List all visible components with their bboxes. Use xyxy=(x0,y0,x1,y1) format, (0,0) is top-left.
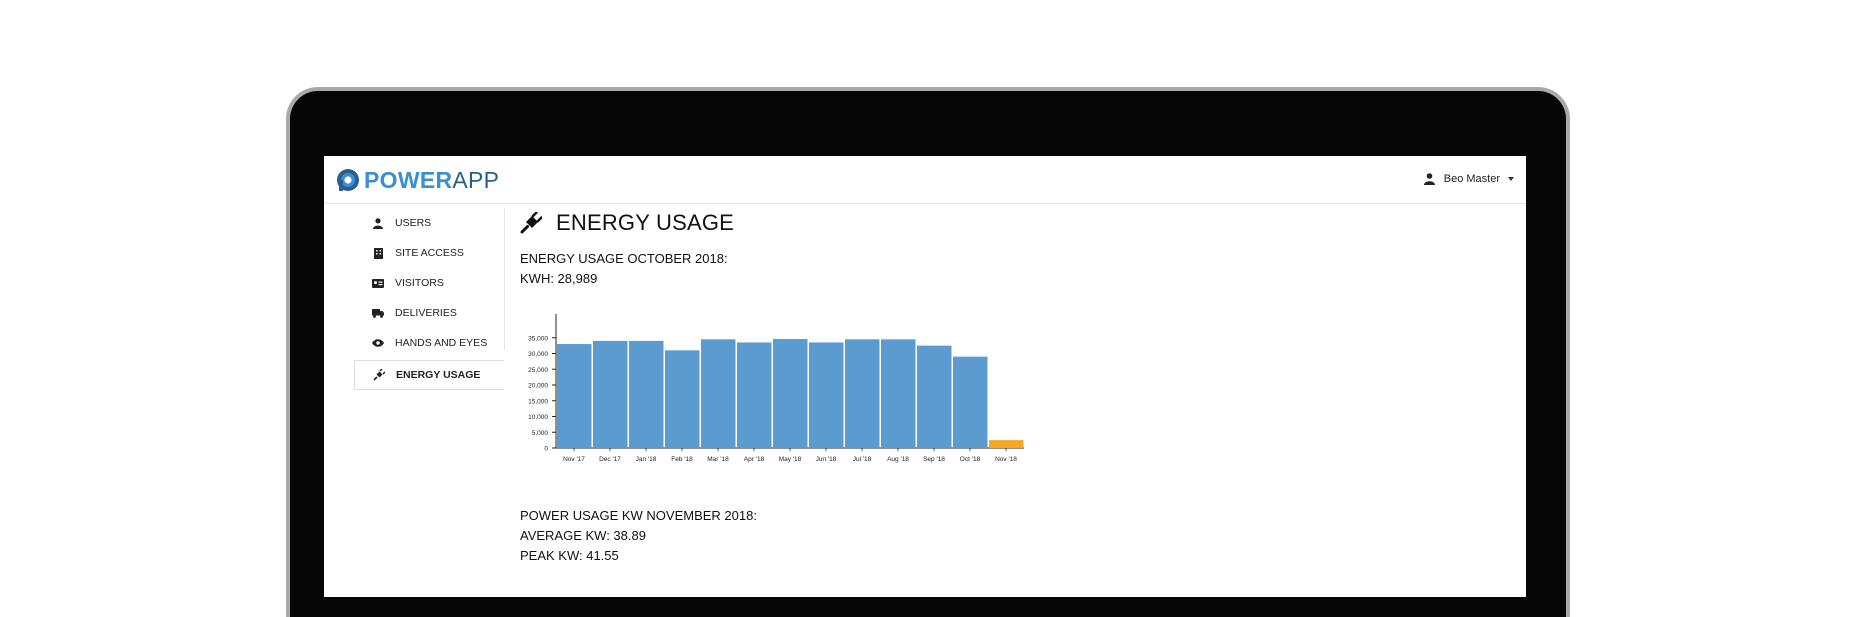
x-tick-label: Feb '18 xyxy=(671,456,693,463)
sidebar-item-hands-and-eyes[interactable]: HANDS AND EYES xyxy=(354,328,504,358)
y-tick-label: 15,000 xyxy=(528,398,548,405)
x-tick-label: May '18 xyxy=(779,456,802,463)
bar xyxy=(737,342,772,448)
y-tick-label: 0 xyxy=(544,446,548,453)
x-tick-label: Dec '17 xyxy=(599,456,621,463)
bar xyxy=(593,340,628,448)
sidebar-item-label: HANDS AND EYES xyxy=(395,337,488,349)
peak-kw: PEAK KW: 41.55 xyxy=(520,548,619,563)
app-screen: POWERAPP Beo Master USERS SITE ACCESS VI… xyxy=(324,156,1526,597)
logo-text: POWERAPP xyxy=(364,167,500,193)
user-menu[interactable]: Beo Master xyxy=(1423,173,1514,185)
y-tick-label: 5,000 xyxy=(532,430,549,437)
energy-summary: ENERGY USAGE OCTOBER 2018: KWH: 28,989 xyxy=(520,249,1520,289)
sidebar-item-site-access[interactable]: SITE ACCESS xyxy=(354,238,504,268)
x-tick-label: Sep '18 xyxy=(923,456,945,463)
page-title: ENERGY USAGE xyxy=(556,210,735,235)
sidebar-item-energy-usage[interactable]: ENERGY USAGE xyxy=(354,360,504,390)
x-tick-label: Jan '18 xyxy=(636,456,657,463)
y-tick-label: 20,000 xyxy=(528,383,548,390)
summary-kwh: KWH: 28,989 xyxy=(520,271,598,286)
sidebar-item-label: VISITORS xyxy=(395,277,444,289)
bar xyxy=(917,345,952,448)
building-icon xyxy=(372,247,384,259)
x-tick-label: Nov '17 xyxy=(563,456,585,463)
bar xyxy=(989,440,1024,448)
plug-icon xyxy=(520,212,542,234)
sidebar-item-label: DELIVERIES xyxy=(395,307,457,319)
user-icon xyxy=(372,217,384,229)
bar xyxy=(773,339,808,448)
sidebar: USERS SITE ACCESS VISITORS DELIVERIES HA… xyxy=(354,208,504,390)
power-heading: POWER USAGE KW NOVEMBER 2018: xyxy=(520,508,757,523)
sidebar-item-label: ENERGY USAGE xyxy=(396,369,481,381)
chevron-down-icon xyxy=(1508,177,1514,181)
average-kw: AVERAGE KW: 38.89 xyxy=(520,528,646,543)
id-card-icon xyxy=(372,277,384,289)
x-tick-label: Apr '18 xyxy=(744,456,765,463)
plug-icon xyxy=(373,369,385,381)
y-tick-label: 35,000 xyxy=(528,335,548,342)
y-tick-label: 30,000 xyxy=(528,351,548,358)
sidebar-item-deliveries[interactable]: DELIVERIES xyxy=(354,298,504,328)
sidebar-divider xyxy=(504,208,505,350)
bar xyxy=(881,339,916,448)
summary-heading: ENERGY USAGE OCTOBER 2018: xyxy=(520,251,728,266)
x-tick-label: Aug '18 xyxy=(887,456,909,463)
sidebar-item-visitors[interactable]: VISITORS xyxy=(354,268,504,298)
logo-icon xyxy=(337,169,359,191)
bar xyxy=(701,339,736,448)
user-name: Beo Master xyxy=(1443,173,1500,185)
y-tick-label: 10,000 xyxy=(528,414,548,421)
bar xyxy=(629,340,664,448)
page-heading: ENERGY USAGE xyxy=(520,208,1520,238)
x-tick-label: Jul '18 xyxy=(853,456,872,463)
user-icon xyxy=(1423,173,1435,185)
x-tick-label: Mar '18 xyxy=(707,456,729,463)
x-tick-label: Oct '18 xyxy=(960,456,981,463)
bar xyxy=(809,342,844,448)
bar xyxy=(557,344,592,448)
bar xyxy=(845,339,880,448)
top-bar: POWERAPP Beo Master xyxy=(324,156,1526,204)
eye-icon xyxy=(372,337,384,349)
bar xyxy=(665,350,700,448)
main-content: ENERGY USAGE ENERGY USAGE OCTOBER 2018: … xyxy=(520,208,1520,563)
energy-bar-chart: 0 5,000 10,000 15,000 20,000 25,000 30,000 35,0… xyxy=(528,314,1024,463)
sidebar-item-users[interactable]: USERS xyxy=(354,208,504,238)
power-summary: POWER USAGE KW NOVEMBER 2018: AVERAGE KW… xyxy=(520,506,757,566)
sidebar-item-label: USERS xyxy=(395,217,432,229)
x-tick-label: Jun '18 xyxy=(816,456,837,463)
app-logo[interactable]: POWERAPP xyxy=(336,167,499,193)
sidebar-item-label: SITE ACCESS xyxy=(395,247,464,259)
y-tick-label: 25,000 xyxy=(528,367,548,374)
bar xyxy=(953,356,988,448)
x-tick-label: Nov '18 xyxy=(995,456,1017,463)
truck-icon xyxy=(372,307,384,319)
